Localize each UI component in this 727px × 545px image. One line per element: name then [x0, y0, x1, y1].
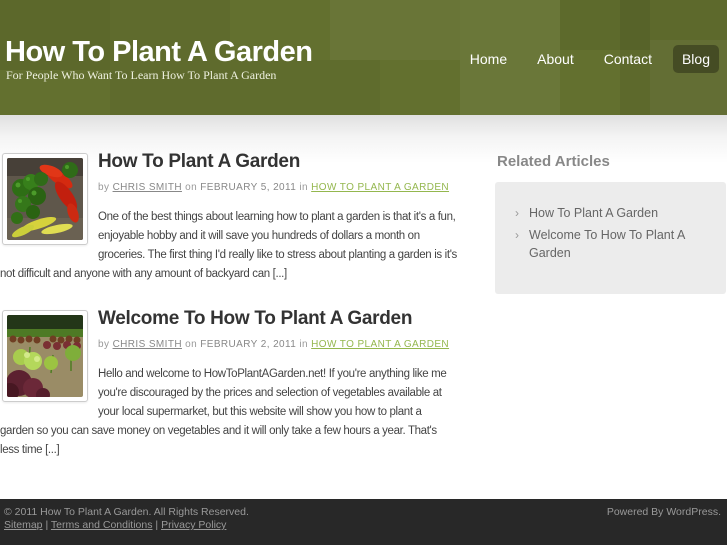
header-texture-patch [330, 0, 460, 60]
post-item: Welcome To How To Plant A Garden by CHRI… [0, 308, 458, 460]
site-header: How To Plant A Garden For People Who Wan… [0, 0, 727, 115]
related-article-item[interactable]: › How To Plant A Garden [515, 204, 712, 222]
post-item: How To Plant A Garden by CHRIS SMITH on … [0, 151, 458, 284]
footer-links: Sitemap | Terms and Conditions | Privacy… [4, 519, 249, 532]
arrow-bullet-icon: › [515, 206, 519, 220]
author-link[interactable]: CHRIS SMITH [113, 182, 182, 193]
powered-by-text: Powered By WordPress. [606, 506, 721, 518]
category-link[interactable]: HOW TO PLANT A GARDEN [311, 339, 449, 350]
site-footer: © 2011 How To Plant A Garden. All Rights… [0, 499, 727, 545]
nav-item-home[interactable]: Home [461, 45, 516, 73]
category-link[interactable]: HOW TO PLANT A GARDEN [311, 182, 449, 193]
site-tagline: For People Who Want To Learn How To Plan… [6, 68, 277, 82]
main-nav: Home About Contact Blog [461, 45, 719, 73]
header-texture-patch [560, 0, 650, 50]
nav-link-blog[interactable]: Blog [672, 45, 719, 73]
author-link[interactable]: CHRIS SMITH [113, 339, 182, 350]
post-date: FEBRUARY 2, 2011 [200, 339, 297, 350]
nav-link-home[interactable]: Home [461, 45, 516, 73]
link-separator: | [45, 519, 49, 531]
post-date: FEBRUARY 5, 2011 [200, 182, 297, 193]
nav-link-about[interactable]: About [528, 45, 583, 73]
related-articles-list: › How To Plant A Garden › Welcome To How… [515, 204, 712, 262]
related-articles-heading: Related Articles [497, 153, 610, 170]
byline-on-label: on [185, 182, 198, 193]
related-article-link[interactable]: Welcome To How To Plant A Garden [529, 228, 685, 260]
nav-link-contact[interactable]: Contact [595, 45, 661, 73]
byline-on-label: on [185, 339, 198, 350]
related-articles-box: › How To Plant A Garden › Welcome To How… [495, 182, 726, 294]
garden-rows-photo [7, 315, 83, 397]
main-content-area: How To Plant A Garden by CHRIS SMITH on … [0, 115, 727, 499]
post-thumbnail[interactable] [2, 153, 88, 245]
related-article-link[interactable]: How To Plant A Garden [529, 206, 658, 220]
post-thumbnail[interactable] [2, 310, 88, 402]
copyright-text: © 2011 How To Plant A Garden. All Rights… [4, 506, 249, 518]
site-title[interactable]: How To Plant A Garden [5, 36, 313, 69]
posts-column: How To Plant A Garden by CHRIS SMITH on … [0, 151, 458, 499]
link-separator: | [155, 519, 159, 531]
byline-in-label: in [299, 182, 308, 193]
terms-link[interactable]: Terms and Conditions [51, 519, 153, 531]
nav-item-about[interactable]: About [528, 45, 583, 73]
nav-item-contact[interactable]: Contact [595, 45, 661, 73]
byline-by-label: by [98, 182, 110, 193]
sitemap-link[interactable]: Sitemap [4, 519, 43, 531]
byline-by-label: by [98, 339, 110, 350]
footer-left: © 2011 How To Plant A Garden. All Rights… [4, 506, 249, 532]
related-article-item[interactable]: › Welcome To How To Plant A Garden [515, 226, 712, 262]
column-gap [458, 151, 495, 499]
nav-item-blog[interactable]: Blog [672, 45, 719, 73]
privacy-link[interactable]: Privacy Policy [161, 519, 226, 531]
byline-in-label: in [299, 339, 308, 350]
peppers-photo [7, 158, 83, 240]
sidebar: Related Articles › How To Plant A Garden… [495, 151, 727, 499]
arrow-bullet-icon: › [515, 228, 519, 242]
